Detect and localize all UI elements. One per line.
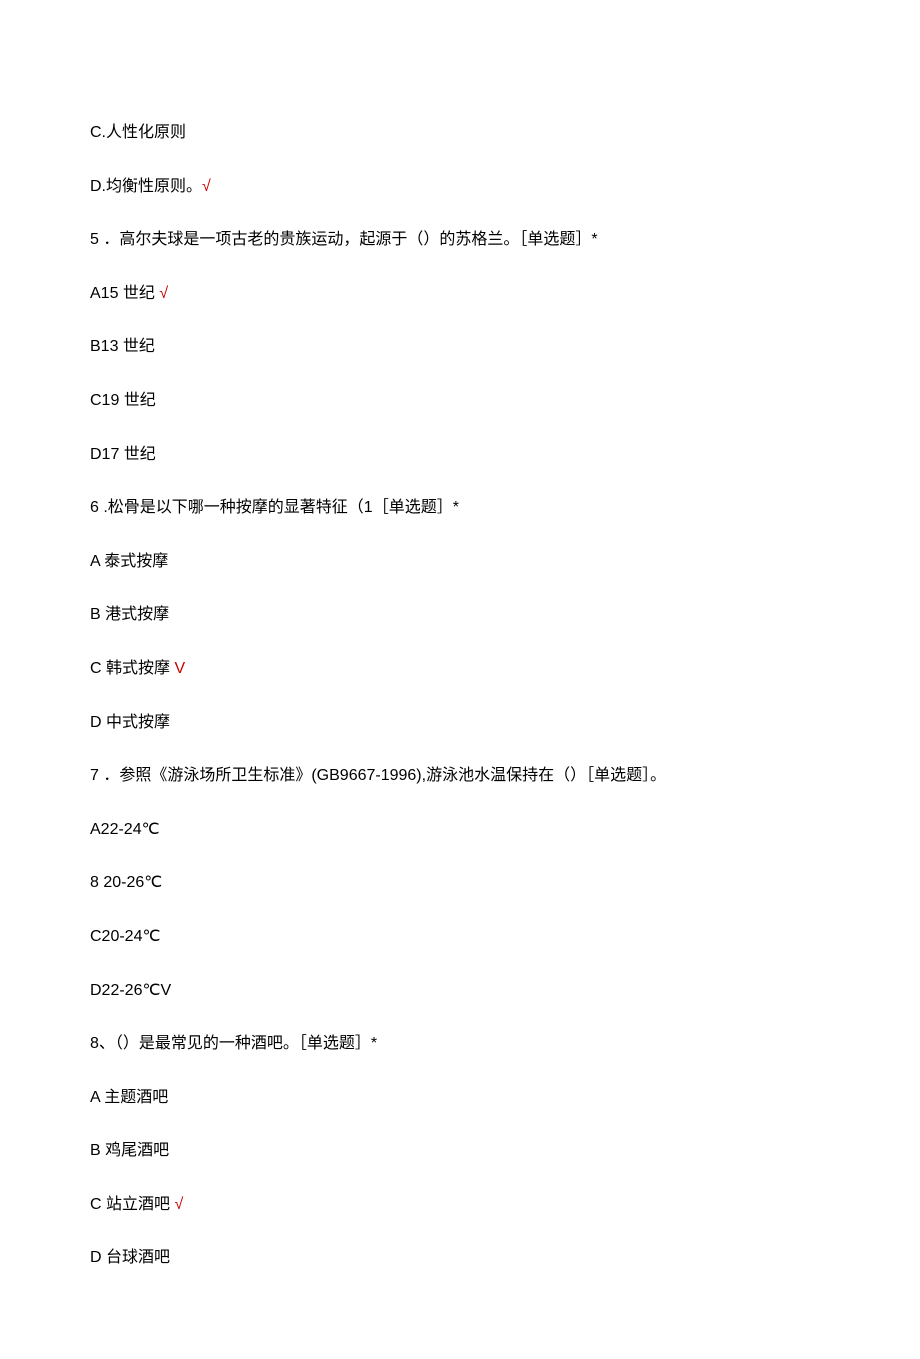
text-line: D22-26℃V: [90, 978, 830, 1004]
line-text: 8 20-26℃: [90, 874, 162, 891]
document-content: C.人性化原则D.均衡性原则。√5 ．高尔夫球是一项古老的贵族运动，起源于（）的…: [90, 120, 830, 1271]
line-text: B13 世纪: [90, 338, 155, 355]
line-text: D.均衡性原则。: [90, 178, 202, 195]
line-text: D22-26℃V: [90, 982, 171, 999]
text-line: C.人性化原则: [90, 120, 830, 146]
line-text: A22-24℃: [90, 821, 160, 838]
text-line: D.均衡性原则。√: [90, 174, 830, 200]
line-text: 7 ．参照《游泳场所卫生标准》(GB9667-1996),游泳池水温保持在（）［…: [90, 767, 666, 784]
text-line: B 港式按摩: [90, 602, 830, 628]
text-line: D 中式按摩: [90, 710, 830, 736]
line-text: A 泰式按摩: [90, 553, 168, 570]
text-line: A 泰式按摩: [90, 549, 830, 575]
text-line: D17 世纪: [90, 442, 830, 468]
line-text: C19 世纪: [90, 392, 156, 409]
text-line: B 鸡尾酒吧: [90, 1138, 830, 1164]
line-text: D 台球酒吧: [90, 1249, 170, 1266]
text-line: C19 世纪: [90, 388, 830, 414]
text-line: A 主题酒吧: [90, 1085, 830, 1111]
text-line: C 韩式按摩 V: [90, 656, 830, 682]
text-line: 8 20-26℃: [90, 870, 830, 896]
correct-mark-icon: V: [174, 660, 185, 677]
line-text: C 站立酒吧: [90, 1196, 174, 1213]
text-line: 7 ．参照《游泳场所卫生标准》(GB9667-1996),游泳池水温保持在（）［…: [90, 763, 830, 789]
correct-mark-icon: √: [174, 1196, 183, 1213]
line-text: 8、（）是最常见的一种酒吧。［单选题］*: [90, 1035, 377, 1052]
correct-mark-icon: √: [202, 178, 211, 195]
text-line: D 台球酒吧: [90, 1245, 830, 1271]
line-text: C 韩式按摩: [90, 660, 174, 677]
correct-mark-icon: √: [159, 285, 168, 302]
text-line: C 站立酒吧 √: [90, 1192, 830, 1218]
line-text: 5 ．高尔夫球是一项古老的贵族运动，起源于（）的苏格兰。［单选题］*: [90, 231, 598, 248]
line-text: B 鸡尾酒吧: [90, 1142, 169, 1159]
text-line: 8、（）是最常见的一种酒吧。［单选题］*: [90, 1031, 830, 1057]
line-text: D17 世纪: [90, 446, 156, 463]
text-line: A15 世纪 √: [90, 281, 830, 307]
line-text: A15 世纪: [90, 285, 159, 302]
text-line: 6 .松骨是以下哪一种按摩的显著特征（1［单选题］*: [90, 495, 830, 521]
line-text: C.人性化原则: [90, 124, 186, 141]
line-text: A 主题酒吧: [90, 1089, 168, 1106]
line-text: C20-24℃: [90, 928, 160, 945]
text-line: A22-24℃: [90, 817, 830, 843]
text-line: B13 世纪: [90, 334, 830, 360]
text-line: 5 ．高尔夫球是一项古老的贵族运动，起源于（）的苏格兰。［单选题］*: [90, 227, 830, 253]
line-text: D 中式按摩: [90, 714, 170, 731]
text-line: C20-24℃: [90, 924, 830, 950]
line-text: B 港式按摩: [90, 606, 169, 623]
line-text: 6 .松骨是以下哪一种按摩的显著特征（1［单选题］*: [90, 499, 459, 516]
